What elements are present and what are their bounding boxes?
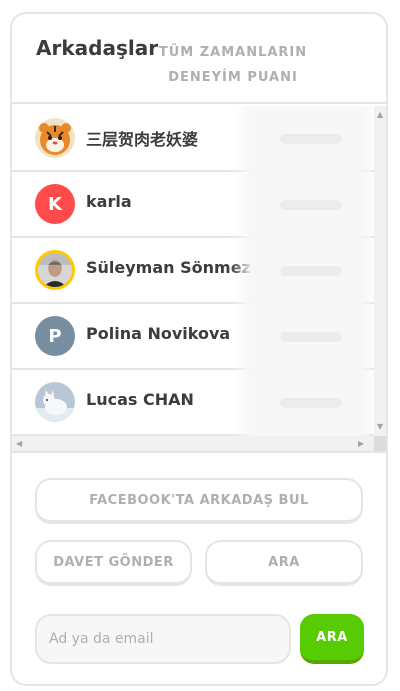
friends-list-area: 三层贺肉老妖婆 K karla Süleyman Sönmez P Polina… <box>12 106 386 451</box>
horizontal-scrollbar[interactable]: ◀ ▶ <box>12 436 374 451</box>
tiger-avatar-icon <box>35 118 75 158</box>
blurred-xp-value <box>280 266 342 276</box>
search-submit-button[interactable]: ARA <box>300 614 364 664</box>
friend-name[interactable]: Polina Novikova <box>86 324 230 343</box>
friend-name[interactable]: Süleyman Sönmez <box>86 258 251 277</box>
friend-name[interactable]: karla <box>86 192 132 211</box>
blurred-xp-value <box>280 200 342 210</box>
search-friends-button[interactable]: ARA <box>205 540 363 586</box>
initial-avatar: K <box>35 184 75 224</box>
vertical-scrollbar[interactable]: ▲ ▼ <box>374 106 386 436</box>
find-friends-actions: FACEBOOK'TA ARKADAŞ BUL DAVET GÖNDER ARA… <box>12 451 386 684</box>
friend-name[interactable]: Lucas CHAN <box>86 390 194 409</box>
blurred-xp-value <box>280 134 342 144</box>
avatar-initial: K <box>48 193 62 215</box>
page-title: Arkadaşlar <box>36 36 159 60</box>
blurred-xp-value <box>280 398 342 408</box>
arctic-fox-avatar-icon <box>35 382 75 422</box>
scroll-down-icon[interactable]: ▼ <box>377 422 383 432</box>
xp-column-heading: TÜM ZAMANLARIN DENEYİM PUANI <box>158 45 308 85</box>
scroll-right-icon[interactable]: ▶ <box>358 439 364 449</box>
send-invite-button[interactable]: DAVET GÖNDER <box>35 540 192 586</box>
xp-values-blurred <box>252 106 360 436</box>
scrollbar-corner <box>374 436 386 451</box>
scroll-left-icon[interactable]: ◀ <box>16 439 22 449</box>
initial-avatar: P <box>35 316 75 356</box>
friend-search-input[interactable] <box>35 614 291 664</box>
blurred-xp-value <box>280 332 342 342</box>
find-facebook-friends-button[interactable]: FACEBOOK'TA ARKADAŞ BUL <box>35 478 363 524</box>
person-photo-avatar-icon <box>35 250 75 290</box>
friends-card: Arkadaşlar TÜM ZAMANLARIN DENEYİM PUANI <box>10 12 388 686</box>
scroll-up-icon[interactable]: ▲ <box>377 110 383 120</box>
friend-name[interactable]: 三层贺肉老妖婆 <box>86 126 198 150</box>
friends-header: Arkadaşlar TÜM ZAMANLARIN DENEYİM PUANI <box>12 14 386 104</box>
avatar-initial: P <box>48 325 62 347</box>
friends-list: 三层贺肉老妖婆 K karla Süleyman Sönmez P Polina… <box>12 106 374 436</box>
